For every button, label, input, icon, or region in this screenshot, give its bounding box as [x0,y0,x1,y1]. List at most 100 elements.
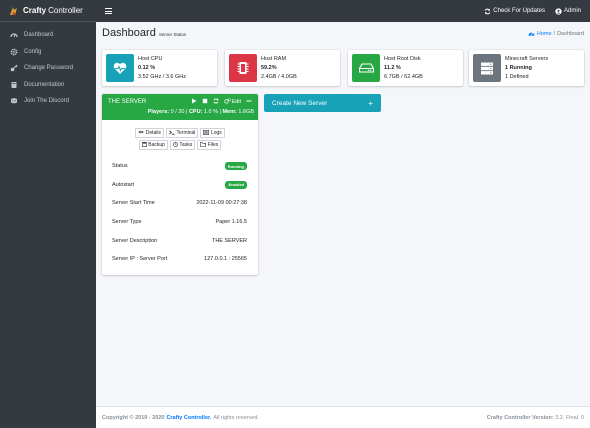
server-details: Status Running Autostart Enabled Server … [112,157,247,269]
key-icon [10,64,18,72]
breadcrumb-current: Dashboard [557,31,584,37]
stat-value: 11.2 % [384,64,401,71]
detail-value: 127.0.0.1 : 25565 [204,256,247,263]
detail-label: Server Type [112,219,142,226]
detail-row-status: Status Running [112,157,247,176]
players-value: 0 / 20 [170,109,185,115]
server-tabs: Details Terminal Logs Backup Tasks Files [102,128,258,150]
cogs-icon [223,98,231,106]
mem-value: 1.6GB [238,109,254,115]
terminal-icon [169,129,175,137]
tab-label: Backup [148,142,165,148]
breadcrumb: Home / Dashboard [528,30,584,38]
stat-detail: 1 Defined [505,73,529,80]
check-updates-label: Check For Updates [493,8,545,14]
breadcrumb-home[interactable]: Home [528,30,552,38]
create-label: Create New Server [272,99,328,107]
tab-files[interactable]: Files [197,140,222,150]
cpu-label: CPU: [188,109,203,115]
play-icon[interactable] [191,98,197,106]
footer: Copyright © 2019 - 2020 Crafty Controlle… [96,406,590,428]
version-label: Crafty Controller Version: [486,414,554,421]
tab-logs[interactable]: Logs [200,128,225,138]
server-name: THE SERVER [108,99,147,105]
tab-terminal[interactable]: Terminal [166,128,199,138]
sidebar-item-documentation[interactable]: Documentation [0,77,96,94]
edit-button[interactable]: Edit [223,98,241,106]
stat-title: Host RAM [261,55,287,62]
tab-details[interactable]: Details [135,128,165,138]
restart-icon[interactable] [213,98,219,106]
stat-box-minecraft-servers: Minecraft Servers 1 Running 1 Defined [469,50,584,86]
stat-detail: 6.7GB / 62.4GB [384,73,423,80]
stats-separator: | [219,109,221,115]
sidebar-item-change-password[interactable]: Change Password [0,60,96,77]
stat-value: 59.2% [261,64,277,71]
stat-value: 1 Running [505,64,532,71]
hdd-icon [352,54,380,82]
server-card-header: THE SERVER Edit Players: 0 / 20 | CPU: 1… [102,94,258,120]
content-header: Dashboard Server Status Home / Dashboard [102,27,584,39]
footer-brand-link[interactable]: Crafty Controller. [166,415,211,421]
hamburger-menu-icon[interactable] [105,8,112,14]
tab-label: Files [207,142,219,148]
server-stats: Players: 0 / 20 | CPU: 1.0 % | Mem: 1.6G… [148,109,254,115]
detail-label: Server Start Time [112,200,155,207]
stat-box-host-cpu: Host CPU 0.12 % 3.52 GHz / 3.6 GHz [102,50,217,86]
sync-icon [484,8,491,15]
user-name: Admin [563,8,581,14]
autostart-badge: Enabled [225,180,247,189]
user-circle-icon [555,7,562,15]
page-title: Dashboard [102,27,156,39]
detail-label: Server IP : Server Port [112,256,168,263]
gear-icon [10,48,18,56]
status-badge: Running [224,162,247,171]
clock-icon [173,141,178,149]
sidebar-item-discord[interactable]: Join The Discord [0,93,96,110]
detail-row-description: Server Description THE SERVER [112,231,247,250]
detail-label: Server Description [112,237,158,244]
sidebar-item-label: Config [24,48,42,55]
eye-icon [138,130,144,136]
server-icon [473,54,501,82]
top-navbar: Check For Updates Admin [96,0,590,22]
detail-label: Status [112,163,128,170]
sidebar: Crafty Controller Dashboard Config Chang… [0,0,96,428]
tab-tasks[interactable]: Tasks [169,140,196,150]
minimize-icon[interactable] [246,98,252,106]
stat-title: Host Root Disk [384,55,421,62]
tab-backup[interactable]: Backup [138,140,168,150]
detail-value: 2022-11-09 00:27:38 [196,200,247,207]
save-icon [141,141,147,149]
edit-label: Edit [231,99,241,105]
tab-label: Tasks [179,142,193,148]
check-updates-link[interactable]: Check For Updates [484,8,545,15]
sidebar-item-dashboard[interactable]: Dashboard [0,27,96,44]
plus-icon: + [368,98,373,108]
brand[interactable]: Crafty Controller [0,0,96,22]
create-new-server-button[interactable]: Create New Server + [264,94,381,112]
detail-row-ip-port: Server IP : Server Port 127.0.0.1 : 2556… [112,250,247,269]
tachometer-icon [10,31,18,39]
sidebar-nav: Dashboard Config Change Password Documen… [0,22,96,110]
breadcrumb-home-label: Home [536,31,552,37]
sidebar-item-config[interactable]: Config [0,44,96,61]
stats-separator: | [185,109,188,115]
stop-icon[interactable] [202,98,208,106]
stat-title: Minecraft Servers [505,55,549,62]
main-content: Dashboard Server Status Home / Dashboard… [96,22,590,406]
tab-label: Terminal [176,130,196,136]
user-menu[interactable]: Admin [555,7,581,15]
tab-label: Details [145,130,162,136]
footer-copyright: Copyright © 2019 - 2020 [102,414,165,421]
detail-row-start-time: Server Start Time 2022-11-09 00:27:38 [112,194,247,213]
crafty-logo-icon [9,6,18,16]
folder-icon [200,141,207,149]
footer-version: Crafty Controller Version: 3.2. Final. 0 [487,415,584,421]
detail-row-autostart: Autostart Enabled [112,176,247,195]
tab-label: Logs [210,130,222,136]
tachometer-icon [528,30,535,38]
players-label: Players: [147,109,170,115]
server-card: THE SERVER Edit Players: 0 / 20 | CPU: 1… [102,94,258,275]
version-value: 3.2. Final. 0 [555,414,584,421]
